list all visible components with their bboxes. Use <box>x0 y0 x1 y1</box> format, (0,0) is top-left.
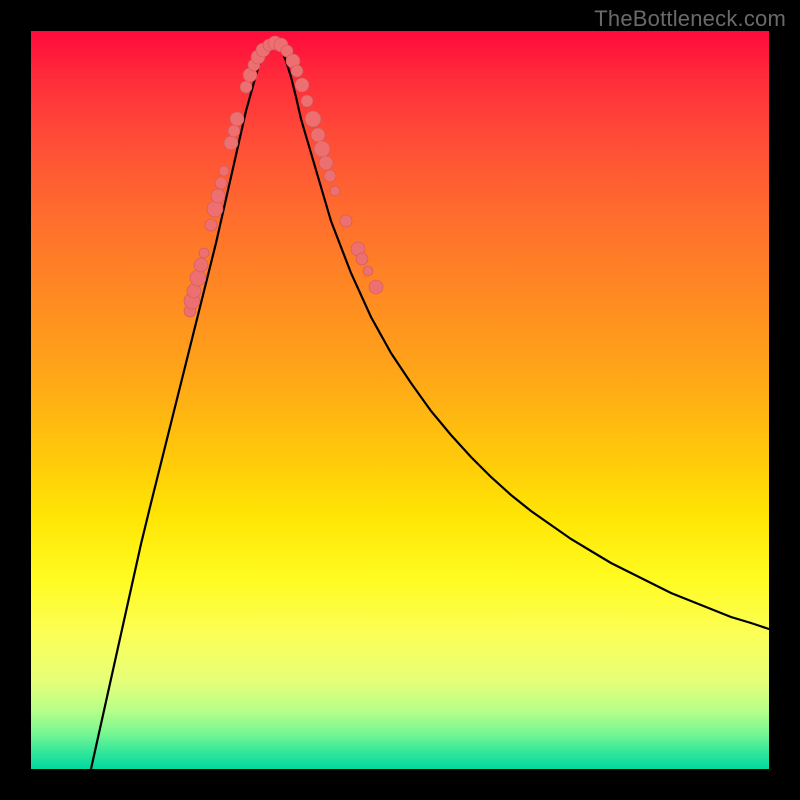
data-dot <box>194 258 208 272</box>
data-dot <box>369 280 383 294</box>
data-dot <box>228 125 240 137</box>
data-dot <box>319 156 333 170</box>
chart-svg <box>31 31 769 769</box>
data-dot <box>363 266 373 276</box>
data-dot <box>295 78 309 92</box>
data-dot <box>224 136 238 150</box>
data-dot <box>199 248 209 258</box>
data-dot <box>356 253 368 265</box>
data-dot <box>205 219 217 231</box>
data-dot <box>305 111 321 127</box>
data-dot <box>340 215 352 227</box>
plot-area <box>31 31 769 769</box>
data-dot <box>190 270 206 286</box>
data-dot <box>324 170 336 182</box>
data-dot <box>311 128 325 142</box>
watermark-text: TheBottleneck.com <box>594 6 786 32</box>
data-dot <box>330 186 340 196</box>
data-dots <box>184 36 383 317</box>
bottleneck-curve <box>91 43 769 769</box>
data-dot <box>207 201 223 217</box>
data-dot <box>240 81 252 93</box>
data-dot <box>215 177 227 189</box>
data-dot <box>314 141 330 157</box>
data-dot <box>230 112 244 126</box>
data-dot <box>219 166 229 176</box>
data-dot <box>211 189 225 203</box>
data-dot <box>291 65 303 77</box>
chart-frame: TheBottleneck.com <box>0 0 800 800</box>
data-dot <box>301 95 313 107</box>
